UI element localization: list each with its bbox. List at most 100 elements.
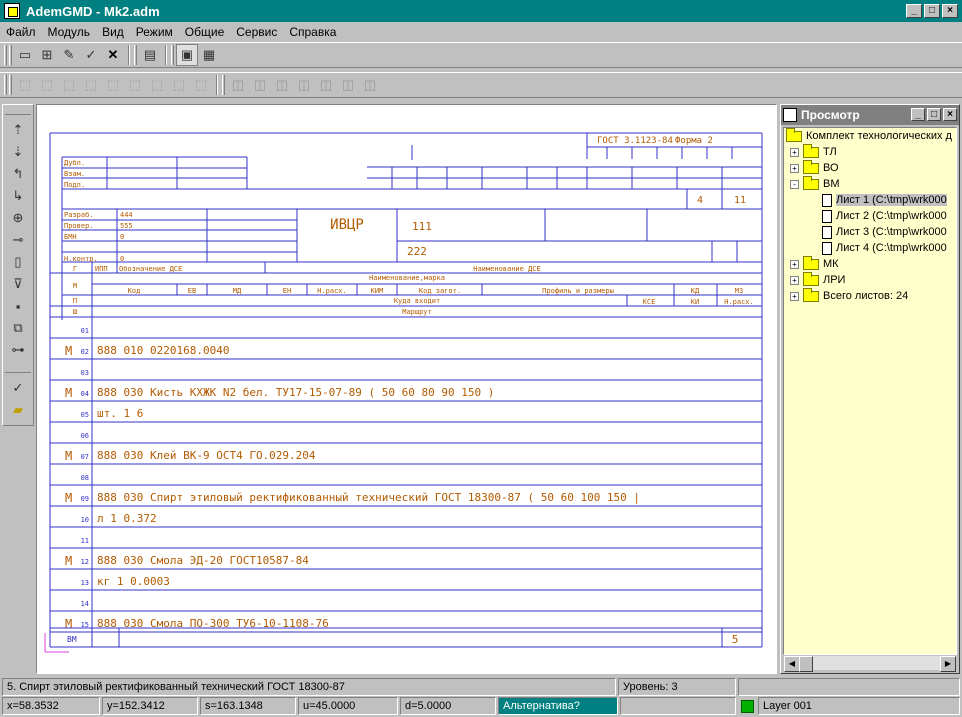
tree-sheet-2[interactable]: Лист 2 (C:\tmp\wrk000 xyxy=(822,208,947,224)
tool-4-icon[interactable]: ⬚ xyxy=(80,74,102,96)
page-icon[interactable]: ▯ xyxy=(4,251,32,273)
cube-1-icon[interactable]: ◫ xyxy=(227,74,249,96)
route-sheet-form: ГОСТ 3.1123-84 Форма 2 Дубл. Взам. Подл. 4 11 Р… xyxy=(44,132,763,653)
tool-5-icon[interactable]: ⬚ xyxy=(102,74,124,96)
move-down-icon[interactable]: ⇣ xyxy=(4,141,32,163)
expand-toggle-icon[interactable]: + xyxy=(790,163,799,173)
expand-toggle-icon[interactable]: + xyxy=(790,147,799,157)
tool-1-icon[interactable]: ⬚ xyxy=(14,74,36,96)
document-icon xyxy=(822,209,832,223)
layer-name[interactable]: Layer 001 xyxy=(758,697,960,715)
row-m-09: М xyxy=(65,491,72,505)
connect-icon[interactable]: ⊶ xyxy=(4,339,32,361)
tree-folder-ЛРИ[interactable]: + ЛРИ xyxy=(790,271,845,288)
new-icon[interactable]: ▭ xyxy=(14,44,36,66)
menu-item-5[interactable]: Сервис xyxy=(236,25,277,39)
menu-item-0[interactable]: Файл xyxy=(6,25,36,39)
document-tree: Комплект технологических д + ТЛ + ВО - ВМ Лист … xyxy=(783,127,957,655)
viewer-title-bar: Просмотр _ □ × xyxy=(781,105,959,125)
tree-folder-ВО[interactable]: + ВО xyxy=(790,159,839,176)
folder-icon[interactable]: ▰ xyxy=(4,399,32,421)
row-text-10: л 1 0.372 xyxy=(97,512,157,525)
expand-toggle-icon[interactable]: + xyxy=(790,291,799,301)
tree-root[interactable]: Комплект технологических д xyxy=(786,128,952,144)
tree-total[interactable]: + Всего листов: 24 xyxy=(790,287,908,304)
viewer-maximize-button[interactable]: □ xyxy=(927,108,941,121)
save-icon[interactable]: ▪ xyxy=(4,295,32,317)
filter-icon[interactable]: ⊽ xyxy=(4,273,32,295)
tree-sheet-3[interactable]: Лист 3 (C:\tmp\wrk000 xyxy=(822,224,947,240)
tool-3-icon[interactable]: ⬚ xyxy=(58,74,80,96)
output-icon[interactable]: ▤ xyxy=(139,44,161,66)
scroll-thumb[interactable] xyxy=(799,656,813,672)
tool-7-icon[interactable]: ⬚ xyxy=(146,74,168,96)
folder-icon xyxy=(803,143,819,158)
layers-icon[interactable]: ▦ xyxy=(198,44,220,66)
row-letter-m: М xyxy=(73,282,77,290)
menu-item-6[interactable]: Справка xyxy=(289,25,336,39)
maximize-button[interactable]: □ xyxy=(924,4,940,18)
tool-2-icon[interactable]: ⬚ xyxy=(36,74,58,96)
cube-7-icon[interactable]: ◫ xyxy=(359,74,381,96)
scroll-right-icon[interactable]: ▶ xyxy=(940,656,956,672)
expand-toggle-icon[interactable]: - xyxy=(790,179,799,189)
tree-horizontal-scrollbar[interactable]: ◀ ▶ xyxy=(783,655,957,672)
check-icon[interactable]: ✓ xyxy=(80,44,102,66)
folder-icon xyxy=(786,128,802,142)
expand-toggle-icon[interactable]: + xyxy=(790,259,799,269)
tool-9-icon[interactable]: ⬚ xyxy=(190,74,212,96)
row-num-06: 06 xyxy=(81,432,89,440)
menu-item-3[interactable]: Режим xyxy=(136,25,173,39)
viewer-minimize-button[interactable]: _ xyxy=(911,108,925,121)
col-header-7: Профиль и размеры xyxy=(542,287,614,295)
menu-item-2[interactable]: Вид xyxy=(102,25,124,39)
col-header-6: Код загот. xyxy=(419,287,461,295)
designation-header: Обозначение ДСЕ xyxy=(119,265,182,273)
viewer-app-icon xyxy=(783,108,797,122)
tree-sheet-4[interactable]: Лист 4 (C:\tmp\wrk000 xyxy=(822,240,947,256)
tree-folder-ТЛ[interactable]: + ТЛ xyxy=(790,143,837,160)
delete-icon[interactable]: ✕ xyxy=(102,44,124,66)
cube-5-icon[interactable]: ◫ xyxy=(315,74,337,96)
tree-folder-ВМ[interactable]: - ВМ xyxy=(790,175,840,192)
viewer-panel: Просмотр _ □ × Комплект технологических … xyxy=(780,104,960,674)
row-num-14: 14 xyxy=(81,600,89,608)
view-icon[interactable]: ▣ xyxy=(176,44,198,66)
tree-sheet-1[interactable]: Лист 1 (C:\tmp\wrk000 xyxy=(822,192,947,208)
tool-6-icon[interactable]: ⬚ xyxy=(124,74,146,96)
kse-label: КСЕ xyxy=(643,298,656,306)
menu-item-4[interactable]: Общие xyxy=(185,25,224,39)
cube-4-icon[interactable]: ◫ xyxy=(293,74,315,96)
side-label-0: Дубл. xyxy=(64,159,85,167)
outdent-icon[interactable]: ↳ xyxy=(4,185,32,207)
check-mark-icon[interactable]: ✓ xyxy=(4,377,32,399)
side-toolbar: ⇡ ⇣ ↰ ↳ ⊕ ⊸ ▯ ⊽ ▪ ⧉ ⊶ ✓ ▰ xyxy=(2,104,34,426)
close-button[interactable]: × xyxy=(942,4,958,18)
insert-icon[interactable]: ⊕ xyxy=(4,207,32,229)
minimize-button[interactable]: _ xyxy=(906,4,922,18)
expand-toggle-icon[interactable]: + xyxy=(790,275,799,285)
menu-item-1[interactable]: Модуль xyxy=(48,25,91,39)
viewer-close-button[interactable]: × xyxy=(943,108,957,121)
indent-icon[interactable]: ↰ xyxy=(4,163,32,185)
tree-folder-МК[interactable]: + МК xyxy=(790,255,839,272)
alternative-status[interactable]: Альтернатива? xyxy=(498,697,618,715)
col-header-1: ЕВ xyxy=(188,287,196,295)
cube-6-icon[interactable]: ◫ xyxy=(337,74,359,96)
copy-icon[interactable]: ⧉ xyxy=(4,317,32,339)
move-up-icon[interactable]: ⇡ xyxy=(4,119,32,141)
document-icon xyxy=(822,193,832,207)
tree-icon[interactable]: ⊞ xyxy=(36,44,58,66)
cube-2-icon[interactable]: ◫ xyxy=(249,74,271,96)
role-0: Разраб. xyxy=(64,211,94,219)
cube-3-icon[interactable]: ◫ xyxy=(271,74,293,96)
tool-8-icon[interactable]: ⬚ xyxy=(168,74,190,96)
row-num-10: 10 xyxy=(81,516,89,524)
sheet-number: 4 xyxy=(697,195,703,206)
edit-icon[interactable]: ✎ xyxy=(58,44,80,66)
org-name: ИВЦР xyxy=(330,217,364,233)
row-text-05: шт. 1 6 xyxy=(97,407,143,420)
link-icon[interactable]: ⊸ xyxy=(4,229,32,251)
drawing-canvas[interactable]: ГОСТ 3.1123-84 Форма 2 Дубл. Взам. Подл. 4 11 Р… xyxy=(36,104,777,674)
scroll-left-icon[interactable]: ◀ xyxy=(784,656,800,672)
